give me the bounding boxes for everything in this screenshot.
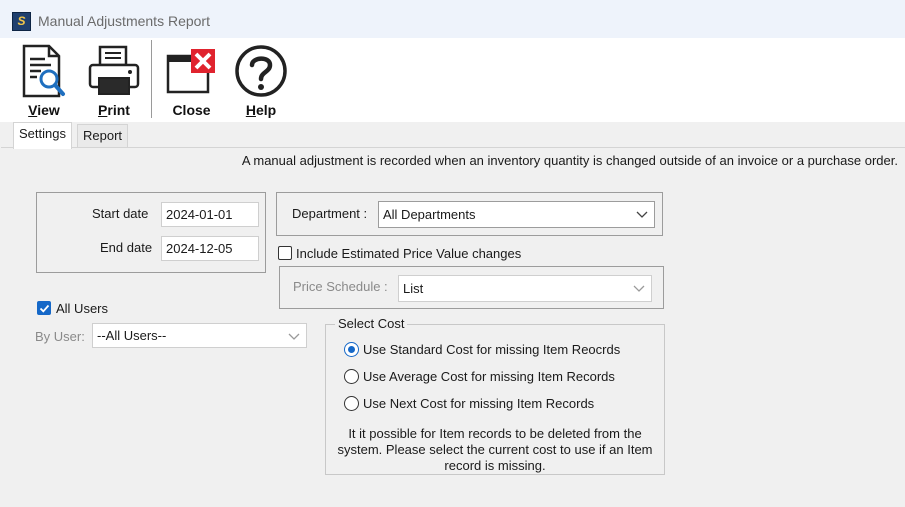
end-date-label: End date: [100, 240, 153, 255]
tab-report[interactable]: Report: [77, 124, 129, 148]
info-text: A manual adjustment is recorded when an …: [241, 153, 898, 168]
settings-panel: A manual adjustment is recorded when an …: [1, 147, 905, 507]
all-users-checkbox[interactable]: [37, 301, 51, 315]
tab-settings[interactable]: Settings: [13, 122, 72, 149]
view-button[interactable]: View: [16, 38, 72, 122]
chevron-down-icon: [288, 333, 300, 340]
end-date-field[interactable]: 2024-12-05: [161, 236, 259, 261]
price-schedule-label: Price Schedule :: [293, 279, 388, 294]
tab-strip: Settings Report: [0, 122, 905, 149]
window-title: Manual Adjustments Report: [38, 13, 210, 29]
all-users-label: All Users: [56, 301, 109, 316]
department-label: Department :: [292, 206, 368, 221]
date-range-group: Start date 2024-01-01 End date 2024-12-0…: [36, 192, 266, 273]
select-cost-title: Select Cost: [335, 316, 408, 331]
help-button[interactable]: Help: [232, 38, 290, 122]
start-date-field[interactable]: 2024-01-01: [161, 202, 259, 227]
chevron-down-icon: [636, 211, 648, 218]
note-line: system. Please select the current cost t…: [337, 442, 653, 457]
checkmark-icon: [39, 304, 50, 313]
by-user-select[interactable]: --All Users--: [92, 323, 307, 348]
include-estimated-checkbox[interactable]: [278, 246, 292, 260]
department-value: All Departments: [383, 207, 476, 222]
title-bar: S Manual Adjustments Report: [0, 0, 905, 38]
include-estimated-label: Include Estimated Price Value changes: [296, 246, 522, 261]
view-label: View: [28, 102, 60, 118]
chevron-down-icon: [633, 285, 645, 292]
next-cost-label: Use Next Cost for missing Item Records: [363, 396, 595, 411]
department-select[interactable]: All Departments: [378, 201, 655, 228]
close-label: Close: [172, 102, 211, 118]
next-cost-radio[interactable]: [344, 396, 359, 411]
close-window-icon: [166, 49, 215, 94]
price-schedule-value: List: [403, 281, 424, 296]
department-group: Department : All Departments: [276, 192, 663, 236]
help-icon: [235, 45, 287, 97]
start-date-label: Start date: [92, 206, 149, 221]
average-cost-radio[interactable]: [344, 369, 359, 384]
note-line: record is missing.: [444, 458, 546, 473]
by-user-value: --All Users--: [97, 328, 167, 343]
average-cost-label: Use Average Cost for missing Item Record…: [363, 369, 615, 384]
select-cost-group: Select Cost Use Standard Cost for missin…: [325, 316, 665, 475]
by-user-label: By User:: [35, 329, 85, 344]
document-search-icon: [22, 44, 65, 98]
printer-icon: [88, 45, 140, 95]
app-logo-icon: S: [12, 12, 31, 31]
toolbar-separator: [151, 40, 152, 118]
standard-cost-radio[interactable]: [344, 342, 359, 357]
standard-cost-label: Use Standard Cost for missing Item Reocr…: [363, 342, 621, 357]
print-label: Print: [98, 102, 130, 118]
missing-item-note: It it possible for Item records to be de…: [326, 426, 664, 474]
print-button[interactable]: Print: [85, 38, 143, 122]
help-label: Help: [245, 102, 277, 118]
price-schedule-group: Price Schedule : List: [279, 266, 664, 309]
toolbar: View Print Close Help: [0, 38, 905, 122]
note-line: It it possible for Item records to be de…: [348, 426, 642, 441]
close-button[interactable]: Close: [163, 38, 220, 122]
price-schedule-select[interactable]: List: [398, 275, 652, 302]
